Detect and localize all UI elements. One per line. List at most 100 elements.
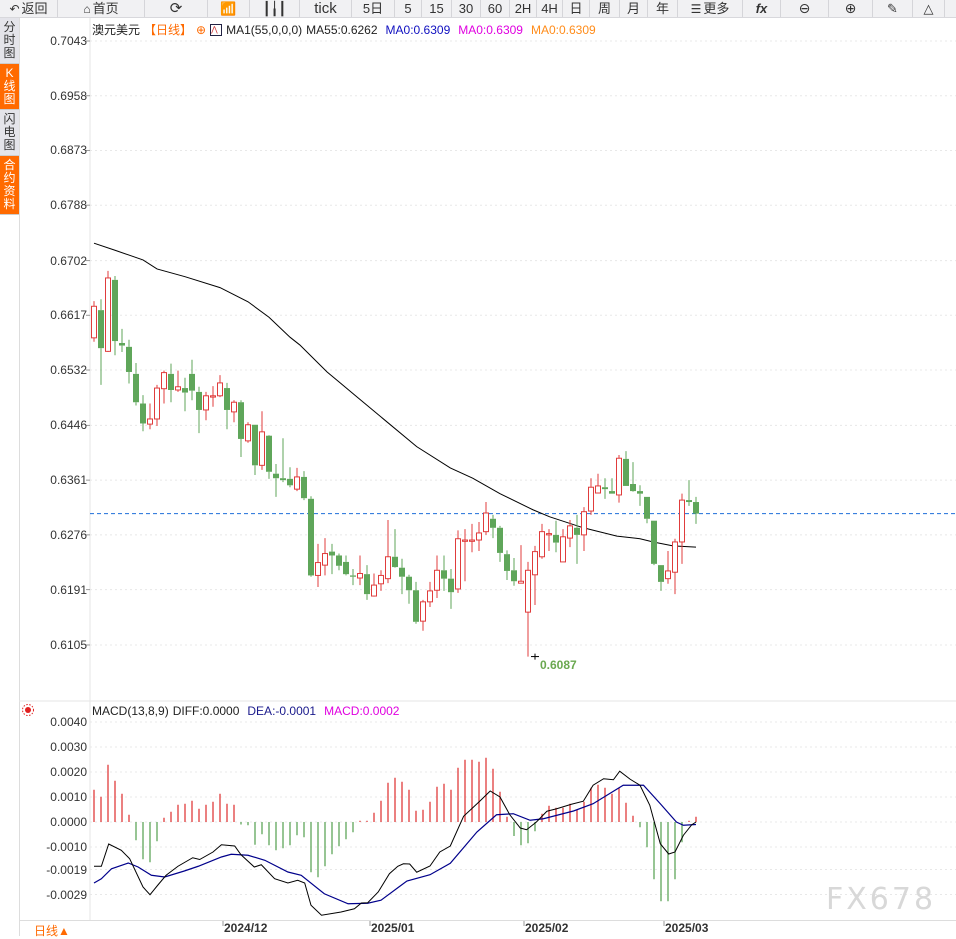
candle <box>231 400 237 423</box>
candle <box>105 270 111 353</box>
candle <box>385 520 391 584</box>
candle-body <box>231 401 237 413</box>
macd-tick-label: -0.0029 <box>46 887 87 902</box>
candle-body <box>161 372 167 390</box>
candle <box>546 529 552 551</box>
add-symbol-icon[interactable]: ⊕ <box>196 23 206 37</box>
candle <box>371 573 377 597</box>
macd-tick-label: 0.0030 <box>50 740 87 754</box>
candle-body <box>616 457 622 496</box>
candle-body <box>280 478 286 481</box>
candle-body <box>483 512 489 533</box>
candle <box>686 480 692 506</box>
candle-body <box>294 476 300 490</box>
ma0-value-blue: MA0:0.6309 <box>385 22 451 37</box>
candle <box>308 496 314 577</box>
candle-body <box>378 574 384 585</box>
macd-tick-label: 0.0010 <box>50 790 87 804</box>
candle <box>483 502 489 535</box>
candle <box>539 523 545 559</box>
candle-body <box>490 518 496 528</box>
candle <box>504 550 510 580</box>
candle-body <box>140 403 146 424</box>
candle-body <box>609 491 615 494</box>
candles <box>91 270 699 657</box>
candle <box>98 299 104 385</box>
indicator-icon[interactable]: ⋀ <box>210 23 223 36</box>
candle <box>427 581 433 607</box>
candle <box>259 411 265 470</box>
candle-body <box>658 565 664 582</box>
candle-body <box>175 386 181 391</box>
ma0-value-orange: MA0:0.6309 <box>530 22 596 37</box>
candle <box>133 362 139 406</box>
candle-body <box>385 556 391 580</box>
candle-body <box>182 388 188 393</box>
candle-body <box>518 580 524 584</box>
candle <box>574 514 580 564</box>
candle <box>609 478 615 494</box>
ma55-value: MA55:0.6262 <box>306 22 378 37</box>
candle-body <box>357 573 363 579</box>
candle-body <box>154 387 160 420</box>
date-tick-label: 2024/12 <box>224 921 268 935</box>
candle-body <box>686 500 692 503</box>
price-tick-label: 0.6191 <box>50 582 87 597</box>
ma-indicator-name: MA1(55,0,0,0) <box>226 22 303 37</box>
price-tick-label: 0.6873 <box>50 143 87 158</box>
candle <box>658 565 664 591</box>
price-tick-label: 0.6276 <box>50 527 87 542</box>
candle <box>630 462 636 492</box>
candle <box>126 339 132 384</box>
chart-canvas[interactable] <box>0 0 956 936</box>
candle-body <box>252 424 258 466</box>
candle-body <box>448 578 454 593</box>
candle-body <box>693 502 699 514</box>
date-tick-label: 2025/03 <box>665 921 709 935</box>
macd-tick-label: 0.0040 <box>50 715 87 729</box>
candle-body <box>98 310 104 349</box>
candle-body <box>560 536 566 563</box>
candle <box>280 438 286 483</box>
candle <box>602 478 608 499</box>
candle-body <box>581 511 587 536</box>
candle <box>637 485 643 506</box>
macd-tick-label: 0.0020 <box>50 765 87 779</box>
candle <box>588 478 594 515</box>
main-legend: 澳元美元 【日线】 ⊕ ⋀ MA1(55,0,0,0) MA55:0.6262 … <box>92 21 596 38</box>
macd-settings-icon[interactable] <box>22 704 34 716</box>
candle <box>154 384 160 427</box>
candle-body <box>350 575 356 577</box>
candle-body <box>133 373 139 403</box>
candle <box>252 424 258 475</box>
candle <box>553 520 559 553</box>
candle <box>595 473 601 494</box>
candle-body <box>119 342 125 346</box>
candle-body <box>679 499 685 543</box>
candle-body <box>168 373 174 390</box>
candle-body <box>665 570 671 580</box>
candle <box>294 467 300 492</box>
candle-body <box>322 553 328 566</box>
price-tick-label: 0.6446 <box>50 418 87 433</box>
low-marker <box>531 653 539 660</box>
ma55-line <box>93 242 697 548</box>
candle <box>455 530 461 593</box>
candle <box>679 493 685 564</box>
candle <box>651 520 657 566</box>
low-price-label: 0.6087 <box>540 657 577 672</box>
candle-body <box>511 570 517 582</box>
period-selector[interactable]: 日线▲ <box>34 922 70 939</box>
candle-body <box>595 485 601 494</box>
candle <box>469 523 475 553</box>
candle-body <box>532 551 538 576</box>
candle-body <box>210 395 216 398</box>
candle <box>245 422 251 443</box>
candle <box>364 565 370 600</box>
candle-body <box>434 569 440 591</box>
candle <box>525 561 531 657</box>
candle-body <box>588 486 594 512</box>
date-tick-label: 2025/01 <box>371 921 415 935</box>
price-tick-label: 0.6532 <box>50 363 87 378</box>
candle-body <box>245 424 251 442</box>
